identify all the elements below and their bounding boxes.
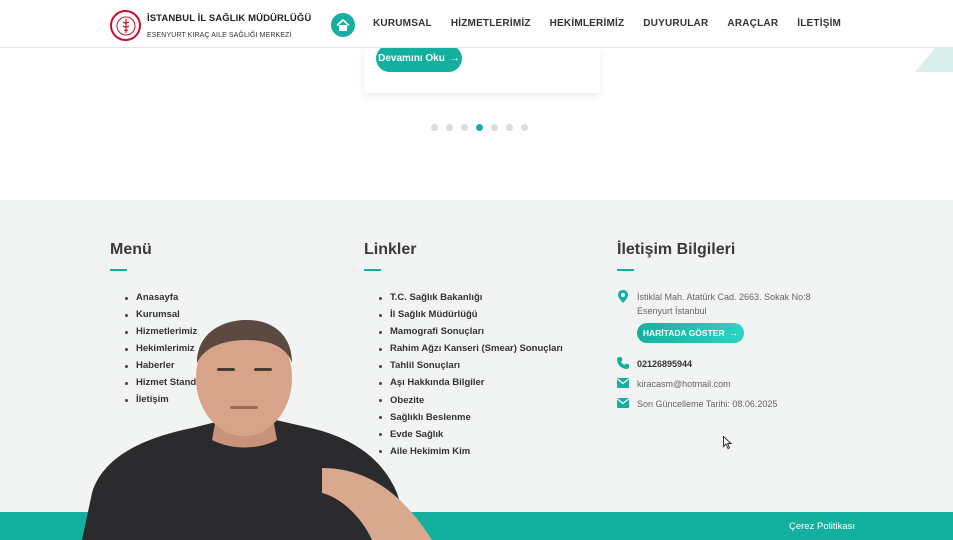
slider-dot[interactable] bbox=[431, 124, 438, 131]
nav-duyurular[interactable]: DUYURULAR bbox=[643, 18, 708, 29]
slider-dot[interactable] bbox=[446, 124, 453, 131]
address-row: İstiklal Mah. Atatürk Cad. 2663. Sokak N… bbox=[617, 289, 811, 318]
menu-title-underline bbox=[110, 269, 127, 271]
cookie-policy-link[interactable]: Çerez Politikası bbox=[789, 521, 855, 532]
links-title: Linkler bbox=[364, 241, 417, 258]
email-address[interactable]: kiracasm@hotmail.com bbox=[637, 377, 731, 391]
phone-row: 02126895944 bbox=[617, 357, 692, 371]
slider-dot[interactable] bbox=[506, 124, 513, 131]
slider-dot-active[interactable] bbox=[476, 124, 483, 131]
nav-hizmetlerimiz[interactable]: HİZMETLERİMİZ bbox=[451, 18, 531, 29]
contact-title-underline bbox=[617, 269, 634, 271]
link-saglik-bakanligi[interactable]: T.C. Sağlık Bakanlığı bbox=[379, 289, 563, 306]
contact-title: İletişim Bilgileri bbox=[617, 241, 736, 258]
home-icon[interactable] bbox=[331, 13, 355, 37]
envelope-icon bbox=[617, 397, 629, 409]
webcam-overlay bbox=[82, 318, 442, 540]
email-row: kiracasm@hotmail.com bbox=[617, 377, 731, 391]
read-more-label: Devamını Oku bbox=[378, 53, 445, 64]
main-nav: KURUMSAL HİZMETLERİMİZ HEKİMLERİMİZ DUYU… bbox=[373, 18, 860, 29]
slider-dot[interactable] bbox=[461, 124, 468, 131]
last-update: Son Güncelleme Tarihi: 08.06.2025 bbox=[637, 399, 778, 409]
ministry-logo[interactable] bbox=[110, 10, 141, 41]
show-on-map-label: HARİTADA GÖSTER bbox=[642, 328, 725, 338]
envelope-icon bbox=[617, 377, 629, 389]
site-header: İSTANBUL İL SAĞLIK MÜDÜRLÜĞÜ ESENYURT KI… bbox=[0, 0, 953, 48]
slider-dots bbox=[431, 124, 528, 131]
links-title-underline bbox=[364, 269, 381, 271]
menu-title: Menü bbox=[110, 241, 152, 258]
nav-kurumsal[interactable]: KURUMSAL bbox=[373, 18, 432, 29]
slider-dot[interactable] bbox=[491, 124, 498, 131]
arrow-right-icon: → bbox=[729, 328, 739, 338]
menu-item-anasayfa[interactable]: Anasayfa bbox=[125, 289, 223, 306]
read-more-button[interactable]: Devamını Oku → bbox=[376, 45, 462, 72]
update-row: Son Güncelleme Tarihi: 08.06.2025 bbox=[617, 397, 777, 411]
brand-title[interactable]: İSTANBUL İL SAĞLIK MÜDÜRLÜĞÜ bbox=[147, 13, 311, 24]
slider-dot[interactable] bbox=[521, 124, 528, 131]
mouse-cursor-icon bbox=[723, 435, 733, 454]
phone-icon bbox=[617, 357, 629, 369]
show-on-map-button[interactable]: HARİTADA GÖSTER → bbox=[637, 323, 744, 343]
map-pin-icon bbox=[617, 289, 629, 303]
phone-number[interactable]: 02126895944 bbox=[637, 357, 692, 371]
address-line-2: Esenyurt İstanbul bbox=[637, 306, 707, 316]
brand-subtitle[interactable]: ESENYURT KIRAÇ AILE SAĞLIĞI MERKEZİ bbox=[147, 32, 291, 39]
address-line-1: İstiklal Mah. Atatürk Cad. 2663. Sokak N… bbox=[637, 292, 811, 302]
nav-hekimlerimiz[interactable]: HEKİMLERİMİZ bbox=[550, 18, 625, 29]
nav-iletisim[interactable]: İLETİŞİM bbox=[797, 18, 841, 29]
nav-araclar[interactable]: ARAÇLAR bbox=[727, 18, 778, 29]
arrow-right-icon: → bbox=[449, 53, 460, 64]
